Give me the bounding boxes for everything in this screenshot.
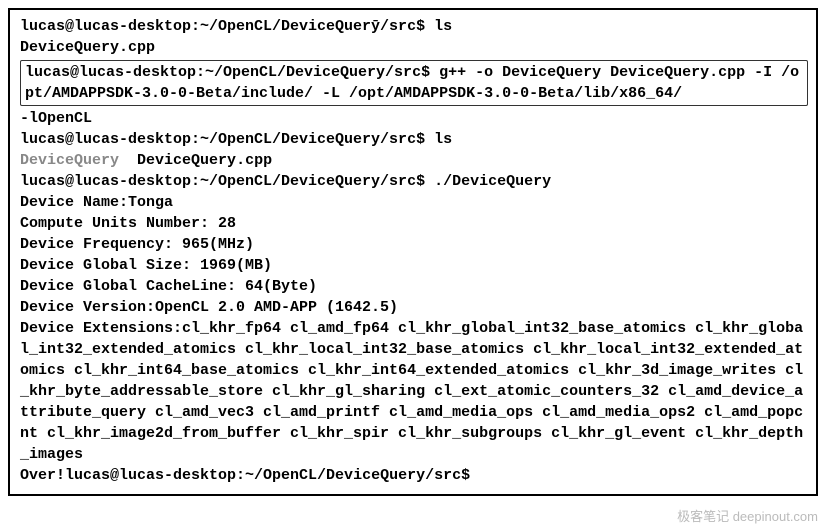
over-text: Over!	[20, 467, 65, 484]
output-line: Device Global CacheLine: 64(Byte)	[20, 276, 808, 297]
terminal-line: Over!lucas@lucas-desktop:~/OpenCL/Device…	[20, 465, 808, 486]
source-file: DeviceQuery.cpp	[137, 152, 272, 169]
executable-file: DeviceQuery	[20, 152, 119, 169]
output-line: Device Frequency: 965(MHz)	[20, 234, 808, 255]
output-line: Device Global Size: 1969(MB)	[20, 255, 808, 276]
terminal-window[interactable]: lucas@lucas-desktop:~/OpenCL/DeviceQuery…	[8, 8, 818, 496]
prompt: lucas@lucas-desktop:~/OpenCL/DeviceQuery…	[20, 131, 425, 148]
prompt: lucas@lucas-desktop:~/OpenCL/DeviceQuery…	[20, 18, 425, 35]
command-text: ls	[425, 131, 452, 148]
output-line: Device Extensions:cl_khr_fp64 cl_amd_fp6…	[20, 318, 808, 465]
output-line: Compute Units Number: 28	[20, 213, 808, 234]
highlighted-command: lucas@lucas-desktop:~/OpenCL/DeviceQuery…	[20, 60, 808, 106]
output-line: Device Version:OpenCL 2.0 AMD-APP (1642.…	[20, 297, 808, 318]
output-line: DeviceQuery DeviceQuery.cpp	[20, 150, 808, 171]
prompt: lucas@lucas-desktop:~/OpenCL/DeviceQuery…	[20, 173, 425, 190]
terminal-line: lucas@lucas-desktop:~/OpenCL/DeviceQuery…	[20, 171, 808, 192]
terminal-line: lucas@lucas-desktop:~/OpenCL/DeviceQuery…	[20, 16, 808, 37]
watermark: 极客笔记 deepinout.com	[677, 506, 818, 525]
prompt: lucas@lucas-desktop:~/OpenCL/DeviceQuery…	[25, 64, 430, 81]
terminal-line: lucas@lucas-desktop:~/OpenCL/DeviceQuery…	[20, 129, 808, 150]
command-text: ls	[425, 18, 452, 35]
prompt: lucas@lucas-desktop:~/OpenCL/DeviceQuery…	[65, 467, 470, 484]
output-line: DeviceQuery.cpp	[20, 37, 808, 58]
output-line: Device Name:Tonga	[20, 192, 808, 213]
file-separator	[119, 152, 137, 169]
output-line: -lOpenCL	[20, 108, 808, 129]
command-text: ./DeviceQuery	[425, 173, 551, 190]
